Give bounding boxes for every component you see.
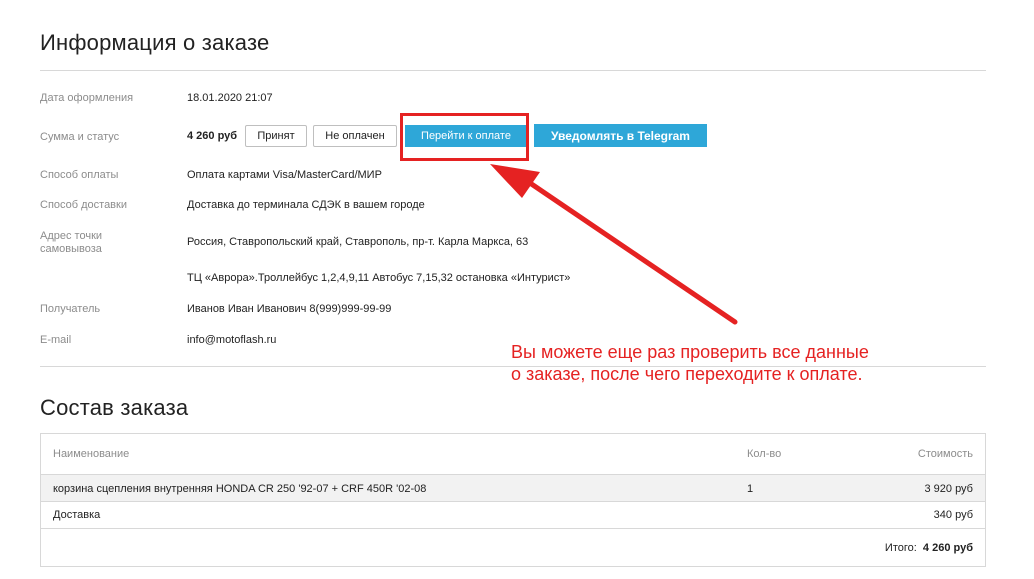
- annotation-line-1: Вы можете еще раз проверить все данные: [511, 342, 869, 362]
- total-label: Итого:: [884, 542, 917, 554]
- order-items-table: Наименование Кол-во Стоимость корзина сц…: [40, 433, 986, 567]
- table-total-row: Итого: 4 260 руб: [41, 529, 985, 567]
- item-price: 340 руб: [933, 509, 973, 521]
- table-header-row: Наименование Кол-во Стоимость: [41, 434, 985, 474]
- item-name: корзина сцепления внутренняя HONDA CR 25…: [53, 483, 427, 495]
- column-header-name: Наименование: [53, 448, 130, 460]
- annotation-note: Вы можете еще раз проверить все данные о…: [511, 341, 869, 385]
- item-qty: 1: [747, 483, 754, 495]
- order-total: Итого: 4 260 руб: [885, 542, 973, 554]
- section-title-order-items: Состав заказа: [40, 395, 189, 420]
- column-header-price: Стоимость: [917, 448, 973, 460]
- total-value: 4 260 руб: [922, 542, 973, 554]
- table-row: Доставка 340 руб: [41, 502, 985, 529]
- annotation-line-2: о заказе, после чего переходите к оплате…: [511, 364, 863, 384]
- column-header-qty: Кол-во: [747, 448, 782, 460]
- table-row: корзина сцепления внутренняя HONDA CR 25…: [41, 474, 985, 502]
- item-name: Доставка: [53, 509, 101, 521]
- item-price: 3 920 руб: [924, 483, 973, 495]
